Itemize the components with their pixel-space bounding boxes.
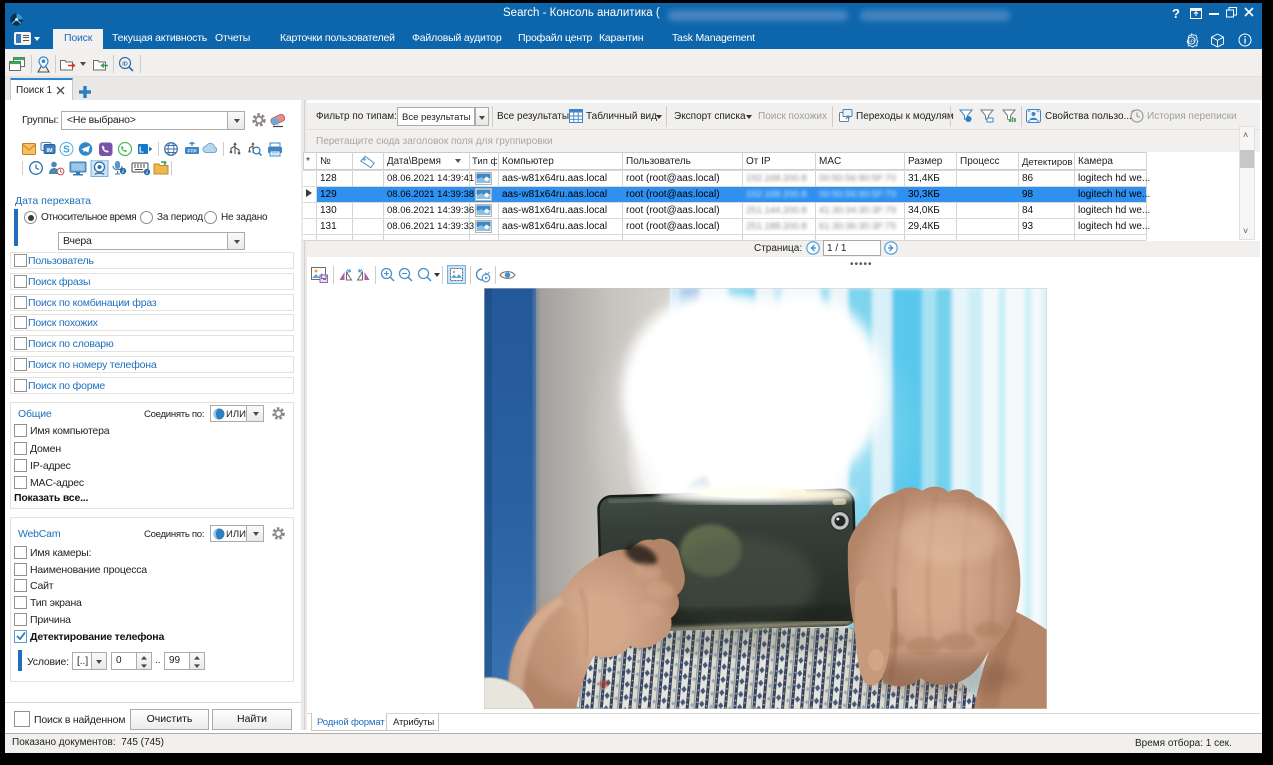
- svg-text:ID: ID: [122, 61, 128, 67]
- svg-text:L: L: [139, 146, 144, 155]
- svg-text:IM: IM: [46, 148, 53, 154]
- svg-text:S: S: [63, 145, 70, 156]
- svg-text:FTP: FTP: [187, 149, 197, 155]
